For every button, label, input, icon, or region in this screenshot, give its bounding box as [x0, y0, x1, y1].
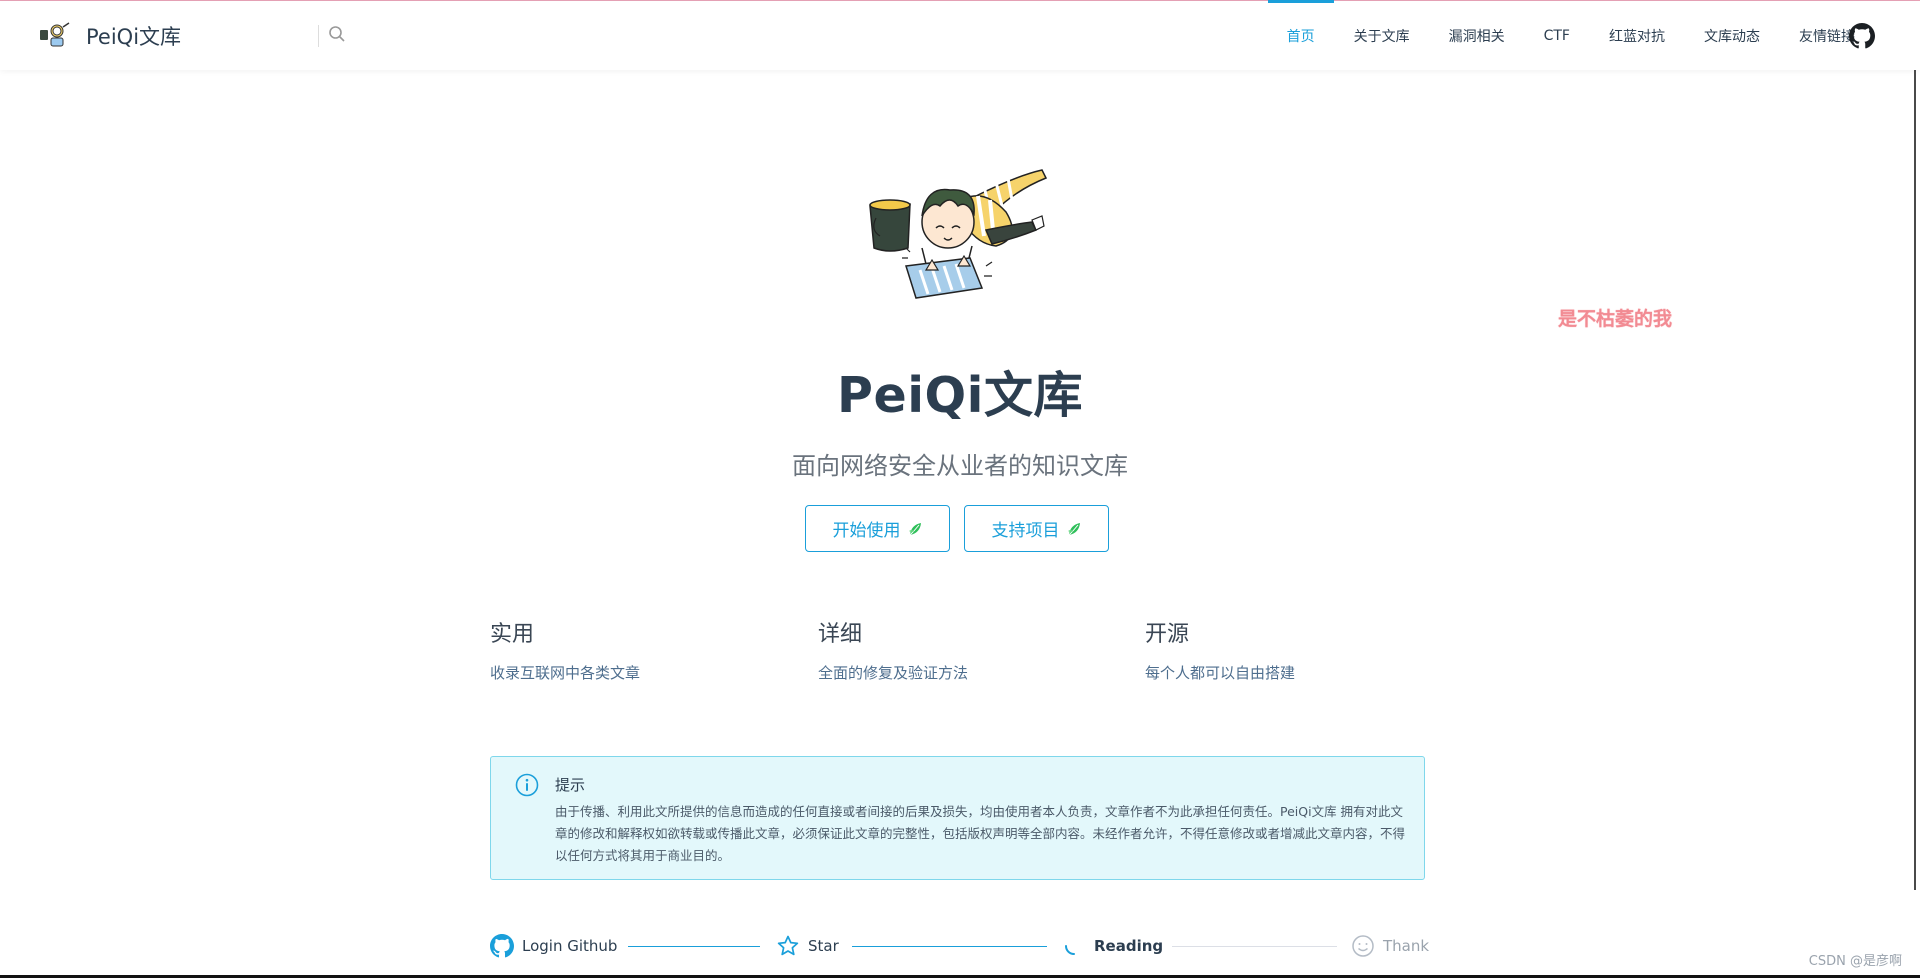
navbar: PeiQi文库 首页 关于文库 漏洞相关 CTF 红蓝对抗 文库动态 友情链接	[0, 0, 1920, 70]
smile-icon	[1352, 935, 1374, 957]
site-logo-icon[interactable]	[38, 18, 72, 52]
main-nav: 首页 关于文库 漏洞相关 CTF 红蓝对抗 文库动态 友情链接	[1248, 0, 1855, 70]
step-label: Thank	[1383, 937, 1430, 955]
step-thank[interactable]: Thank	[1351, 930, 1429, 962]
search-divider	[318, 25, 319, 47]
start-button[interactable]: 开始使用	[805, 505, 950, 552]
nav-item-vulns[interactable]: 漏洞相关	[1449, 1, 1505, 70]
step-login-github[interactable]: Login Github	[490, 930, 617, 962]
tip-body: 由于传播、利用此文所提供的信息而造成的任何直接或者间接的后果及损失，均由使用者本…	[555, 804, 1406, 863]
start-button-label: 开始使用	[832, 521, 901, 541]
feature-description: 每个人都可以自由搭建	[1145, 664, 1296, 682]
nav-item-home[interactable]: 首页	[1267, 0, 1334, 70]
nav-item-news[interactable]: 文库动态	[1704, 1, 1760, 70]
github-icon	[490, 934, 514, 958]
github-icon[interactable]	[1849, 23, 1875, 49]
steps-bar: Login Github Star Reading Thank	[490, 930, 1429, 962]
feature-detailed: 详细 全面的修复及验证方法	[818, 616, 1118, 683]
hero-illustration	[869, 169, 1048, 299]
feature-opensource: 开源 每个人都可以自由搭建	[1145, 616, 1445, 683]
csdn-watermark: CSDN @是彦啊	[1808, 954, 1902, 969]
tip-title: 提示	[555, 776, 586, 794]
feature-title: 开源	[1145, 622, 1190, 647]
feature-title: 实用	[490, 622, 535, 647]
feature-description: 收录互联网中各类文章	[490, 664, 641, 682]
step-connector	[852, 946, 1047, 947]
step-label: Star	[808, 937, 839, 955]
hero-title: PeiQi文库	[837, 367, 1083, 424]
support-button-label: 支持项目	[991, 521, 1060, 541]
step-connector	[1172, 946, 1337, 947]
step-star[interactable]: Star	[776, 930, 839, 962]
site-title[interactable]: PeiQi文库	[86, 21, 181, 51]
info-icon	[515, 773, 539, 797]
feature-practical: 实用 收录互联网中各类文章	[490, 616, 790, 683]
nav-item-about[interactable]: 关于文库	[1354, 1, 1410, 70]
step-reading[interactable]: Reading	[1062, 930, 1163, 962]
step-connector	[628, 946, 760, 947]
star-icon	[777, 935, 799, 956]
support-button[interactable]: 支持项目	[964, 505, 1109, 552]
feature-title: 详细	[818, 622, 863, 647]
overlay-watermark-text: 是不枯萎的我	[1558, 308, 1673, 330]
hero-description: 面向网络安全从业者的知识文库	[792, 452, 1128, 480]
nav-item-redblue[interactable]: 红蓝对抗	[1609, 1, 1665, 70]
search-icon[interactable]	[328, 25, 346, 43]
leaf-icon	[1067, 522, 1080, 535]
step-label: Login Github	[522, 937, 618, 955]
feature-description: 全面的修复及验证方法	[818, 664, 969, 682]
step-label: Reading	[1094, 937, 1164, 955]
loading-icon	[1065, 945, 1075, 955]
tip-alert: 提示 由于传播、利用此文所提供的信息而造成的任何直接或者间接的后果及损失，均由使…	[490, 756, 1425, 880]
nav-item-links[interactable]: 友情链接	[1799, 1, 1855, 70]
nav-item-ctf[interactable]: CTF	[1544, 1, 1570, 70]
leaf-icon	[908, 522, 921, 535]
